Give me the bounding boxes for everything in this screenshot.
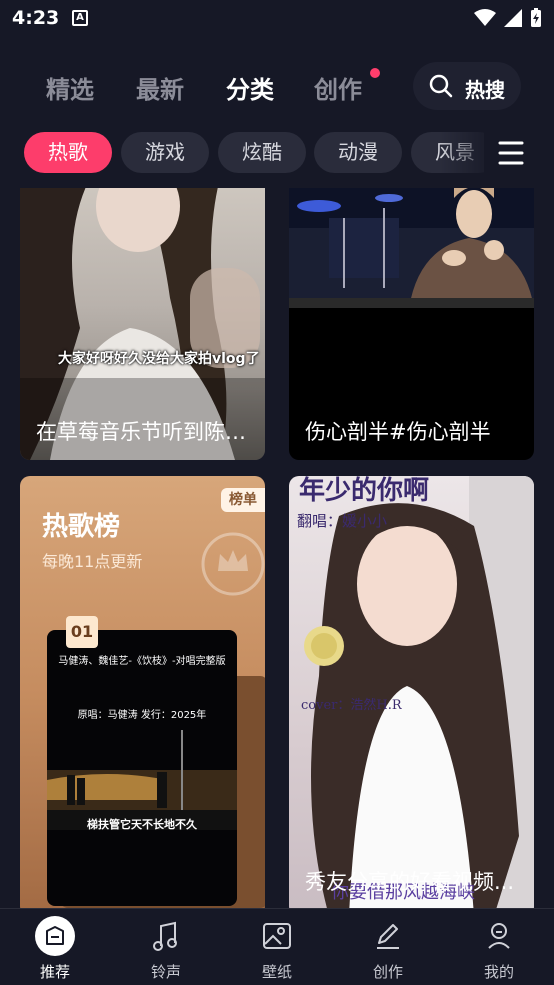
signal-icon	[504, 9, 522, 27]
nav-label: 我的	[483, 963, 514, 981]
tab-featured[interactable]: 精选	[46, 70, 94, 105]
chip-games[interactable]: 游戏	[121, 132, 209, 173]
nav-label: 壁纸	[261, 963, 292, 981]
hot-chart-title: 热歌榜	[42, 512, 121, 542]
video-overlay-text: 大家好呀好久没给大家拍vlog了	[58, 351, 260, 367]
tab-latest[interactable]: 最新	[136, 70, 184, 105]
hot-chart-card[interactable]: 热歌榜 每晚11点更新 榜单 马健涛、魏佳艺-《饮枝》-对唱完整版 原唱：马健涛…	[20, 476, 265, 908]
video-card[interactable]: 年少的你啊 翻唱：媛小小 cover：浩然H.R 你要借那风越海峡 秀友分享的好…	[289, 476, 534, 908]
bottom-nav: 推荐 铃声 壁纸 创作 我的	[0, 908, 554, 985]
hot-search-label: 热搜	[465, 78, 505, 102]
hot-chart-subtitle: 每晚11点更新	[42, 552, 143, 571]
tab-category[interactable]: 分类	[226, 70, 274, 105]
status-time: 4:23	[12, 7, 60, 29]
battery-icon	[531, 8, 541, 27]
crown-watermark-icon	[201, 532, 265, 596]
poster-song-title: 马健涛、魏佳艺-《饮枝》-对唱完整版	[58, 656, 226, 667]
video-top-text: 年少的你啊	[299, 476, 430, 506]
hot-search-button[interactable]: 热搜	[413, 62, 521, 110]
nav-label: 推荐	[39, 963, 70, 981]
video-grid: 大家好呀好久没给大家拍vlog了 在草莓音乐节听到陈绮贞... 伤心剖半#伤心剖…	[0, 188, 554, 908]
search-icon	[429, 74, 453, 98]
night-scene-image	[47, 730, 237, 830]
profile-icon	[488, 923, 510, 949]
nav-profile[interactable]: 我的	[444, 909, 554, 985]
pencil-icon	[377, 924, 399, 949]
video-cover-text: cover：浩然H.R	[301, 698, 402, 713]
chip-anime[interactable]: 动漫	[314, 132, 402, 173]
video-title: 在草莓音乐节听到陈绮贞...	[36, 420, 257, 444]
video-thumbnail	[289, 188, 534, 308]
status-icons	[474, 8, 542, 28]
chip-hot-songs[interactable]: 热歌	[24, 132, 112, 173]
notification-a-icon: A	[72, 10, 88, 26]
nav-recommend[interactable]: 推荐	[0, 909, 110, 985]
nav-create[interactable]: 创作	[333, 909, 443, 985]
music-note-icon	[153, 921, 177, 951]
image-icon	[263, 923, 291, 949]
chart-top-poster: 马健涛、魏佳艺-《饮枝》-对唱完整版 原唱：马健涛 发行：2025年 梯扶管它天…	[47, 630, 237, 906]
video-sub-text: 翻唱：媛小小	[297, 512, 388, 530]
video-card[interactable]: 大家好呀好久没给大家拍vlog了 在草莓音乐节听到陈绮贞...	[20, 188, 265, 460]
video-title: 伤心剖半#伤心剖半	[305, 420, 491, 444]
create-notification-dot	[370, 68, 380, 78]
chip-cool[interactable]: 炫酷	[218, 132, 306, 173]
category-chip-row: 热歌 游戏 炫酷 动漫 风景	[0, 131, 554, 175]
status-bar: 4:23 A	[0, 0, 554, 38]
nav-ringtone[interactable]: 铃声	[111, 909, 221, 985]
nav-label: 铃声	[150, 963, 181, 981]
tab-create[interactable]: 创作	[314, 70, 362, 105]
poster-credits: 原唱：马健涛 发行：2025年	[77, 710, 207, 721]
wifi-icon	[474, 9, 496, 26]
nav-label: 创作	[372, 963, 403, 981]
video-card[interactable]: 伤心剖半#伤心剖半	[289, 188, 534, 460]
video-thumbnail	[304, 476, 534, 908]
video-title: 秀友分享的好看视频...	[305, 870, 515, 894]
rank-badge: 01	[66, 616, 98, 648]
category-menu-button[interactable]	[484, 132, 554, 174]
recommend-icon	[35, 916, 75, 956]
poster-lyric: 梯扶管它天不长地不久	[87, 818, 197, 831]
nav-wallpaper[interactable]: 壁纸	[222, 909, 332, 985]
menu-icon	[498, 141, 524, 165]
chart-badge: 榜单	[221, 488, 265, 512]
